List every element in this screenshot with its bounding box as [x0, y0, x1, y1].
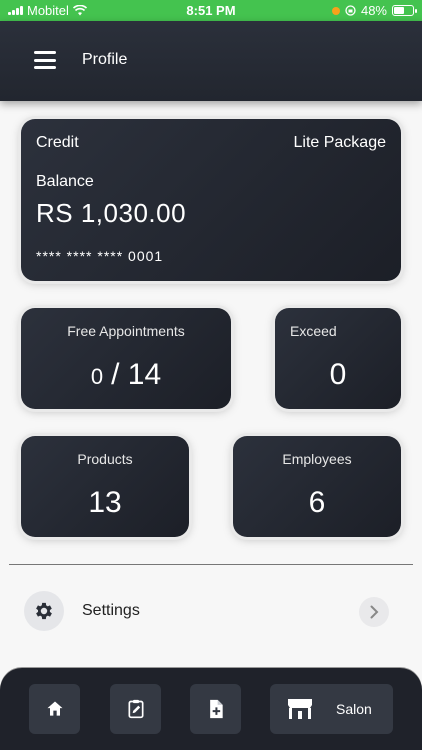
appointments-separator: / — [111, 358, 120, 391]
settings-label: Settings — [82, 602, 140, 619]
hamburger-menu-icon[interactable] — [34, 51, 56, 69]
employees-title: Employees — [282, 451, 352, 467]
section-divider — [9, 564, 413, 565]
appointments-total: 14 — [127, 358, 162, 391]
status-right: 48% — [331, 3, 417, 18]
package-name: Lite Package — [293, 134, 386, 151]
exceed-value: 0 — [329, 358, 347, 391]
appointments-used: 0 — [90, 364, 104, 389]
nav-add-document-button[interactable] — [190, 684, 241, 734]
nav-appointments-button[interactable] — [110, 684, 161, 734]
page-title: Profile — [82, 51, 128, 68]
home-icon — [47, 701, 62, 716]
nav-salon-button[interactable]: Salon — [270, 684, 393, 734]
credit-card: Credit Lite Package Balance RS 1,030.00 … — [21, 119, 401, 281]
balance-amount: RS 1,030.00 — [36, 198, 187, 228]
nav-home-button[interactable] — [29, 684, 80, 734]
chevron-right-icon[interactable] — [359, 597, 389, 627]
card-number: **** **** **** 0001 — [36, 248, 164, 264]
employees-card: Employees 6 — [233, 436, 401, 537]
clipboard-edit-icon — [128, 699, 143, 719]
document-add-icon — [209, 699, 223, 719]
employees-value: 6 — [308, 486, 326, 519]
products-title: Products — [77, 451, 133, 467]
bottom-navigation: Salon — [0, 668, 422, 750]
battery-percent: 48% — [360, 3, 387, 18]
free-appointments-value: 0 / 14 — [21, 358, 231, 392]
battery-icon — [392, 5, 417, 16]
app-header: Profile — [0, 21, 422, 101]
store-icon — [288, 699, 312, 719]
free-appointments-card: Free Appointments 0 / 14 — [21, 308, 231, 409]
exceed-title: Exceed — [290, 323, 337, 339]
location-dot-icon — [331, 6, 340, 15]
gear-icon — [24, 591, 64, 631]
credit-label: Credit — [36, 134, 79, 151]
free-appointments-title: Free Appointments — [67, 323, 185, 339]
products-card: Products 13 — [21, 436, 189, 537]
settings-row[interactable]: Settings — [0, 585, 422, 637]
exceed-card: Exceed 0 — [275, 308, 401, 409]
balance-label: Balance — [36, 173, 94, 190]
nav-salon-label: Salon — [336, 701, 372, 717]
status-bar: Mobitel 8:51 PM 48% — [0, 0, 422, 21]
orientation-lock-icon — [345, 5, 356, 16]
products-value: 13 — [88, 486, 122, 519]
